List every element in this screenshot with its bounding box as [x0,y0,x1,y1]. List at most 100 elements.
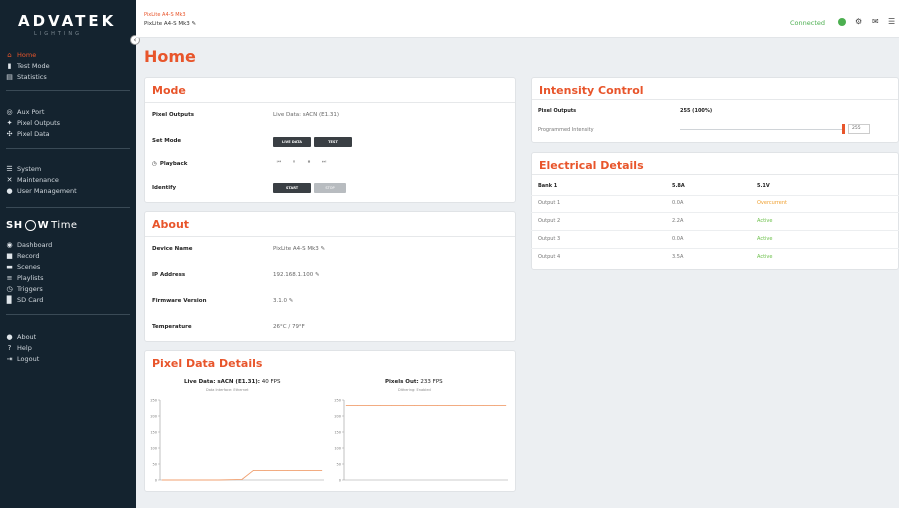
ip-address-value[interactable]: 192.168.1.100 ✎ [273,272,320,278]
sidebar-item-statistics[interactable]: ▤ Statistics [6,73,47,81]
sdcard-icon: ▉ [6,295,13,304]
data-point [275,470,277,471]
data-point [173,479,174,481]
sidebar-item-user-management[interactable]: ● User Management [6,187,76,195]
live-data-button[interactable]: LIVE DATA [273,137,311,147]
skip-back-icon[interactable]: ⏮ [275,158,283,166]
output-4-name: Output 4 [538,254,561,260]
sidebar-item-pixel-outputs[interactable]: ✦ Pixel Outputs [6,118,61,127]
top-bar: PixLite A4-S Mk3 PixLite A4-S Mk3 ✎ Conn… [136,0,899,38]
output-3-name: Output 3 [538,236,561,242]
sidebar: ADVATEK LIGHTING ⌂ Home ▮ Test Mode ▤ Stati… [0,0,136,508]
about-title: About [152,218,190,231]
logout-icon: ⇥ [6,354,13,363]
data-point [505,405,507,406]
data-point [414,405,415,406]
device-name-editable[interactable]: PixLite A4-S Mk3 ✎ [144,21,196,27]
sidebar-item-playlists[interactable]: ≡ Playlists [6,274,44,282]
device-model: PixLite A4-S Mk3 [144,12,186,18]
menu-icon[interactable]: ☰ [888,17,895,26]
sidebar-item-dashboard[interactable]: ◉ Dashboard [6,241,52,249]
card-divider [532,174,898,175]
sidebar-item-test-mode[interactable]: ▮ Test Mode [6,62,50,70]
intensity-input[interactable]: 255 [848,124,870,134]
sidebar-divider [6,90,130,91]
sidebar-item-label: Maintenance [17,176,59,184]
y-tick-label: 200 [150,415,157,419]
live-data-heading: Live Data: sACN (E1.31): 40 FPS [184,379,280,385]
sidebar-item-record[interactable]: ■ Record [6,252,39,260]
sidebar-item-system[interactable]: ☰ System [6,165,41,173]
y-tick-label: 250 [334,399,341,403]
data-point [437,405,438,406]
showtime-logo-part: Time [51,220,78,231]
sidebar-item-label: Home [17,51,37,59]
showtime-logo-part: SH [6,220,23,231]
connection-status: Connected [790,19,826,27]
firmware-value[interactable]: 3.1.0 ✎ [273,298,293,304]
data-point [207,479,209,481]
help-icon: ? [7,343,12,352]
sidebar-item-pixel-data[interactable]: ✣ Pixel Data [6,130,50,138]
sidebar-item-help[interactable]: ? Help [6,344,32,352]
data-point [402,405,404,406]
sidebar-item-label: Pixel Outputs [17,119,61,127]
bank-current-header: 5.8A [672,183,685,189]
test-button[interactable]: TEST [314,137,352,147]
electrical-card: Electrical Details [531,152,899,270]
pixel-data-title: Pixel Data Details [152,357,263,370]
skip-forward-icon[interactable]: ⏭ [320,158,328,166]
y-tick-label: 250 [150,399,157,403]
sidebar-item-aux-port[interactable]: ◎ Aux Port [6,108,44,116]
data-point [459,405,461,406]
data-point [218,479,220,481]
row-divider [531,248,899,249]
sidebar-item-about[interactable]: ● About [6,333,36,341]
pixels-out-heading: Pixels Out: 233 FPS [385,379,443,385]
sidebar-item-home[interactable]: ⌂ Home [6,51,36,59]
sidebar-item-label: Help [17,344,32,352]
sidebar-item-label: Pixel Data [17,130,50,138]
sidebar-item-label: Aux Port [17,108,45,116]
stop-icon[interactable]: ⏹ [305,158,313,166]
intensity-slider-handle[interactable] [842,124,845,134]
data-point [379,405,381,406]
sidebar-item-label: Dashboard [17,241,53,249]
flask-icon: ▮ [7,61,12,70]
device-name-value[interactable]: PixLite A4-S Mk3 ✎ [273,246,325,252]
output-4-current: 3.5A [672,254,684,260]
programmed-intensity-label: Programmed Intensity [538,127,594,133]
data-point [264,470,266,471]
sidebar-item-label: Record [17,252,40,260]
electrical-title: Electrical Details [539,159,644,172]
intensity-slider-track[interactable] [680,129,844,130]
brand-subtitle: LIGHTING [34,31,83,37]
identify-start-button[interactable]: START [273,183,311,193]
settings-icon[interactable]: ⚙ [855,17,862,26]
page-title: Home [144,47,196,66]
sidebar-item-sd-card[interactable]: ▉ SD Card [6,295,44,304]
pixel-outputs-value: Live Data: sACN (E1.31) [273,112,339,118]
mail-icon[interactable]: ✉ [872,17,879,26]
output-2-current: 2.2A [672,218,684,224]
data-point [368,405,370,406]
sidebar-item-label: About [17,333,37,341]
output-3-status: Active [757,236,773,242]
data-point [195,479,197,481]
pause-icon[interactable]: ⏸ [290,158,298,166]
intensity-pixel-outputs-label: Pixel Outputs [538,108,577,114]
sidebar-item-logout[interactable]: ⇥ Logout [6,354,40,363]
showtime-logo-part: W [37,220,50,231]
output-2-status: Active [757,218,773,224]
sidebar-item-maintenance[interactable]: ✕ Maintenance [6,176,59,184]
bulb-icon: ✦ [6,118,13,127]
sidebar-item-triggers[interactable]: ◷ Triggers [6,285,42,293]
output-4-status: Active [757,254,773,260]
output-1-status: Overcurrent [757,200,787,206]
playlist-icon: ≡ [6,273,13,282]
intensity-pixel-outputs-value: 255 (100%) [680,108,713,114]
sidebar-item-scenes[interactable]: ▬ Scenes [6,263,40,271]
info-icon: ● [6,332,13,341]
live-data-chart: 250 200 150 100 50 0 [150,399,324,483]
identify-stop-button[interactable]: STOP [314,183,346,193]
